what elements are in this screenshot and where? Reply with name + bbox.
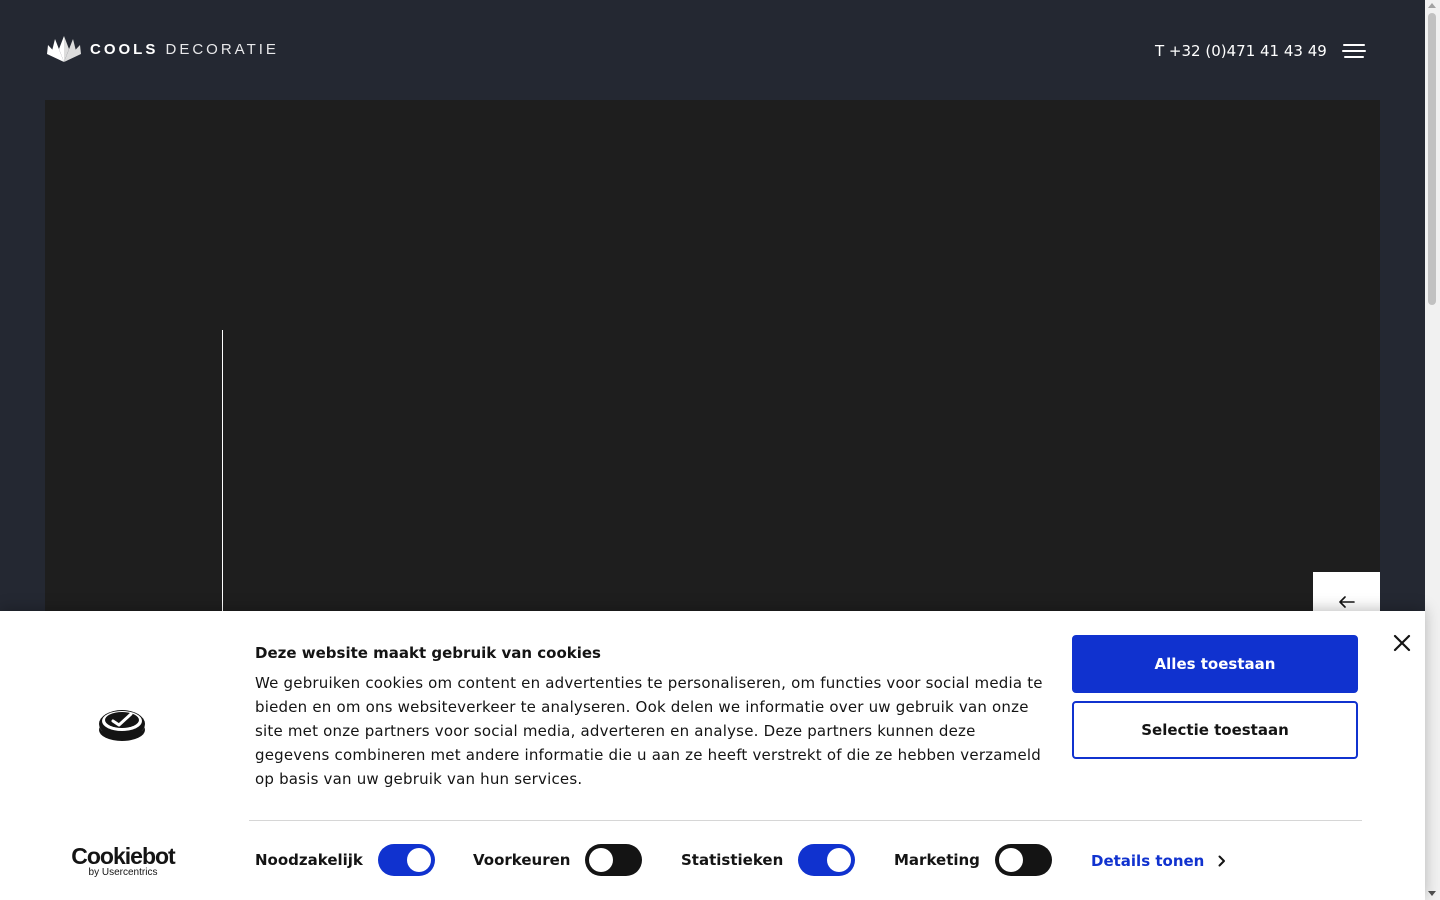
toggle-preferences[interactable] <box>585 844 643 876</box>
cookiebot-brand-name: Cookiebot <box>71 843 175 869</box>
cookie-consent-banner: Cookiebot by Usercentrics Deze website m… <box>0 611 1425 900</box>
toggle-label-statistics: Statistieken <box>681 851 784 869</box>
hero-slider <box>45 100 1380 611</box>
logo-word-decoratie: DECORATIE <box>165 40 279 58</box>
phone-link[interactable]: T +32 (0)471 41 43 49 <box>1155 41 1327 61</box>
scroll-down-arrow-icon[interactable] <box>1428 891 1436 896</box>
cookie-description: We gebruiken cookies om content en adver… <box>255 674 1043 788</box>
chevron-right-icon <box>1218 855 1226 867</box>
toggle-group-preferences: Voorkeuren <box>473 844 643 876</box>
allow-all-button[interactable]: Alles toestaan <box>1072 635 1358 693</box>
cookiebot-brand[interactable]: Cookiebot by Usercentrics <box>71 845 175 879</box>
arrow-left-icon <box>1338 596 1355 608</box>
page-scrollbar[interactable] <box>1425 0 1440 900</box>
toggle-necessary[interactable] <box>377 844 435 876</box>
allow-selection-button[interactable]: Selectie toestaan <box>1072 701 1358 759</box>
logo-word-cools: COOLS <box>90 40 159 58</box>
toggle-group-marketing: Marketing <box>894 844 1052 876</box>
fan-logo-icon <box>47 36 81 62</box>
toggle-group-statistics: Statistieken <box>681 844 856 876</box>
scroll-up-arrow-icon[interactable] <box>1428 3 1436 8</box>
toggle-group-necessary: Noodzakelijk <box>255 844 435 876</box>
hamburger-icon[interactable] <box>1342 43 1366 60</box>
show-details-link[interactable]: Details tonen <box>1091 851 1226 871</box>
site-logo[interactable]: COOLS DECORATIE <box>46 35 279 63</box>
toggle-marketing[interactable] <box>994 844 1052 876</box>
logo-text: COOLS DECORATIE <box>90 42 279 57</box>
toggle-label-marketing: Marketing <box>894 851 980 869</box>
site-header: COOLS DECORATIE T +32 (0)471 41 43 49 <box>0 0 1425 100</box>
toggle-label-preferences: Voorkeuren <box>473 851 571 869</box>
slider-prev-button[interactable] <box>1313 572 1380 611</box>
close-icon[interactable] <box>1392 633 1412 653</box>
toggle-statistics[interactable] <box>798 844 856 876</box>
toggle-label-necessary: Noodzakelijk <box>255 851 363 869</box>
scroll-thumb[interactable] <box>1428 13 1436 305</box>
cookie-title: Deze website maakt gebruik van cookies <box>255 644 601 662</box>
cookie-divider <box>249 820 1362 821</box>
show-details-label: Details tonen <box>1091 852 1205 870</box>
cookiebot-logo-icon <box>98 705 146 747</box>
hero-divider-line <box>222 330 223 611</box>
